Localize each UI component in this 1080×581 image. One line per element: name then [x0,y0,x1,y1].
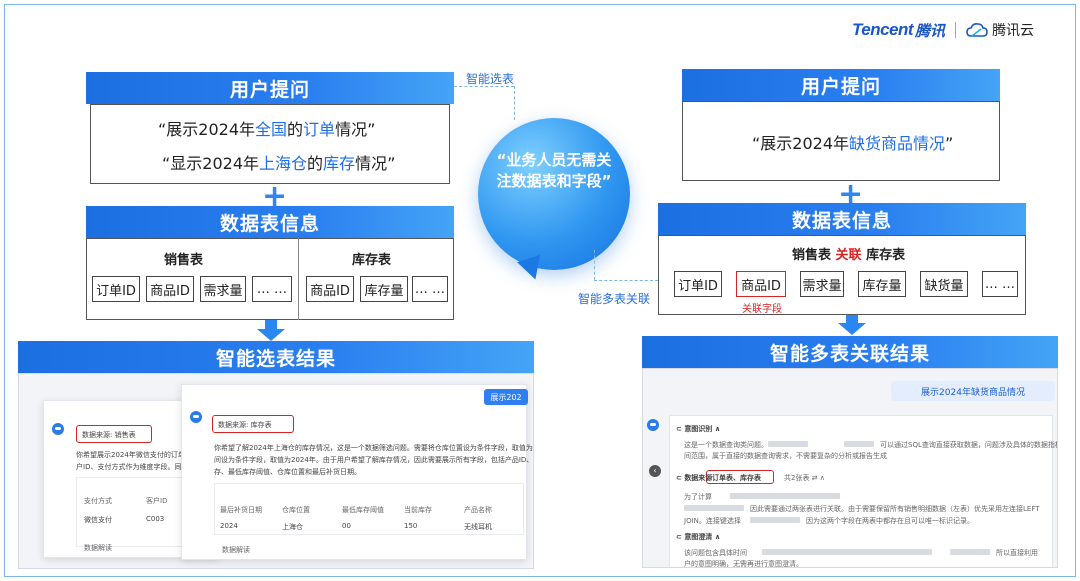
field-chip: 库存量 [360,276,408,302]
table-cell: 150 [404,522,418,530]
redacted-text [762,549,932,555]
field-chip: 商品ID [306,276,354,302]
front-source: 数据来源: 库存表 [218,421,272,429]
table-header-cell: 最低库存阈值 [342,506,384,514]
right-table-info-bar: 数据表信息 [658,203,1026,235]
left-down-arrow-icon [257,329,285,341]
speech-bubble [478,118,630,270]
back-text: 你希望展示2024年微信支付的订单 [76,451,185,459]
back-source: 数据来源: 销售表 [82,431,136,439]
intent-text: 间范围，属于直接的数据查询需求，不需要复杂的分析或报告生成 [684,452,887,460]
table-header-cell: 支付方式 [84,497,112,505]
intent-header[interactable]: ⊂ 意图识别 ∧ [676,424,720,434]
join-field-chip: 商品ID [736,271,786,297]
query-button[interactable]: 展示202 [484,389,528,405]
left-result-screenshot: 数据来源: 销售表 你希望展示2024年微信支付的订单 户ID、支付方式作为维度… [18,373,534,569]
front-text: 存、最低库存阈值、仓库位置和最后补货日期。 [214,468,361,476]
analysis-card: ⊂ 意图识别 ∧ 这是一个数据查询类问题。 可以通过SQL查询直接获取数据，问题… [669,415,1057,568]
table-header-cell: 产品名称 [464,506,492,514]
clarify-text: 所以直接利用 [996,549,1038,557]
data-interpret-button[interactable]: 数据解读 [84,543,112,553]
sales-table-title: 销售表 [164,253,204,268]
field-chip: 商品ID [146,276,194,302]
connector-bottom-h [594,280,658,281]
right-down-arrow-icon [838,323,866,335]
collapse-left-icon[interactable]: ‹ [649,465,661,477]
connector-bottom-v [594,250,595,280]
inventory-table-title: 库存表 [352,253,392,268]
field-chip: 需求量 [200,276,246,302]
field-chip: 缺货量 [920,271,968,297]
tencent-cn-wordmark: 腾讯 [915,21,946,40]
front-text: 间设为条件字段，取值为2024年。由于用户希望了解库存情况，因此需要展示所有字段… [214,456,534,464]
intent-text: 这是一个数据查询类问题。 [684,441,768,449]
redacted-text [768,441,808,447]
left-question-1: “展示2024年全国的订单情况” [158,120,376,139]
data-interpret-button[interactable]: 数据解读 [222,545,250,555]
redacted-text [950,549,990,555]
bubble-text: “业务人员无需关注数据表和字段” [496,151,612,190]
bot-avatar-icon [190,411,202,423]
left-question-bar: 用户提问 [86,72,454,104]
label-smart-select: 智能选表 [466,72,515,86]
clarify-text: 户的意图明确，无需再进行意图澄清。 [684,560,803,568]
intent-text: 可以通过SQL查询直接获取数据，问题涉及具体的数据指标和时 [880,441,1058,449]
join-field-note: 关联字段 [742,304,782,315]
source-count[interactable]: 共2张表 ⇄ ∧ [784,473,825,483]
table-cell: 2024 [220,522,238,530]
tencent-cloud-wordmark: 腾讯云 [992,23,1035,39]
redacted-text [730,493,840,499]
source-label: ⊂ 数据来源 [676,474,713,482]
left-result-bar: 智能选表结果 [18,341,534,373]
clarify-text: 该问题包含具体时间 [684,549,747,557]
field-chip: … … [982,271,1018,297]
right-result-bar: 智能多表关联结果 [642,336,1058,368]
left-table-divider [298,238,299,320]
logo-divider [955,22,957,38]
redacted-text [750,517,800,523]
table-header-cell: 当前库存 [404,506,432,514]
back-text: 户ID、支付方式作为维度字段。同 [76,463,182,471]
query-header: 展示2024年缺货商品情况 [891,381,1055,401]
table-cell: 无线耳机 [464,523,492,531]
right-question-bar: 用户提问 [682,69,1000,101]
table-header-cell: 客户ID [146,497,168,505]
left-question-2: “显示2024年上海仓的库存情况” [162,154,396,173]
clarify-header[interactable]: ⊂ 意图澄清 ∧ [676,532,720,542]
joined-tables-line: 销售表 关联 库存表 [792,248,906,263]
table-cell: C003 [146,515,165,523]
source-tables: 订单表、库存表 [712,474,761,482]
field-chip: 库存量 [858,271,906,297]
left-table-info-bar: 数据表信息 [86,206,454,238]
table-header-cell: 仓库位置 [282,506,310,514]
join-text: 为了计算 [684,493,712,501]
table-header-cell: 最后补货日期 [220,506,262,514]
table-cell: 微信支付 [84,516,112,524]
field-chip: … … [252,276,292,302]
tencent-cloud-logo: Tencent 腾讯 腾讯云 [852,18,1034,42]
bot-avatar-icon [52,423,64,435]
right-question-1: “展示2024年缺货商品情况” [752,134,954,153]
join-text: JOIN。连接键选择 [684,517,741,525]
bot-avatar-icon [647,419,659,431]
field-chip: 订单ID [92,276,140,302]
cloud-icon [966,23,988,37]
front-result-card: 展示202 数据来源: 库存表 你希望了解2024年上海仓的库存情况，这是一个数… [181,384,533,560]
label-smart-join: 智能多表关联 [578,292,651,306]
table-cell: 00 [342,522,351,530]
redacted-text [844,441,874,447]
front-text: 你希望了解2024年上海仓的库存情况，这是一个数据筛选问题。需要将仓库位置设为条… [214,444,533,452]
table-cell: 上海仓 [282,523,303,531]
join-text: 因此需要通过两张表进行关联。由于需要保留所有销售明细数据（左表）优先采用左连接L… [750,505,1040,513]
join-text: 因为这两个字段在两表中都存在且可以唯一标识记录。 [806,517,974,525]
field-chip: 需求量 [800,271,844,297]
connector-top-v [514,86,515,120]
redacted-text [684,505,744,511]
tencent-wordmark: Tencent [852,20,914,39]
right-result-screenshot: 展示2024年缺货商品情况 ‹ ⊂ 意图识别 ∧ 这是一个数据查询类问题。 可以… [642,368,1058,568]
field-chip: … … [412,276,448,302]
field-chip: 订单ID [674,271,722,297]
